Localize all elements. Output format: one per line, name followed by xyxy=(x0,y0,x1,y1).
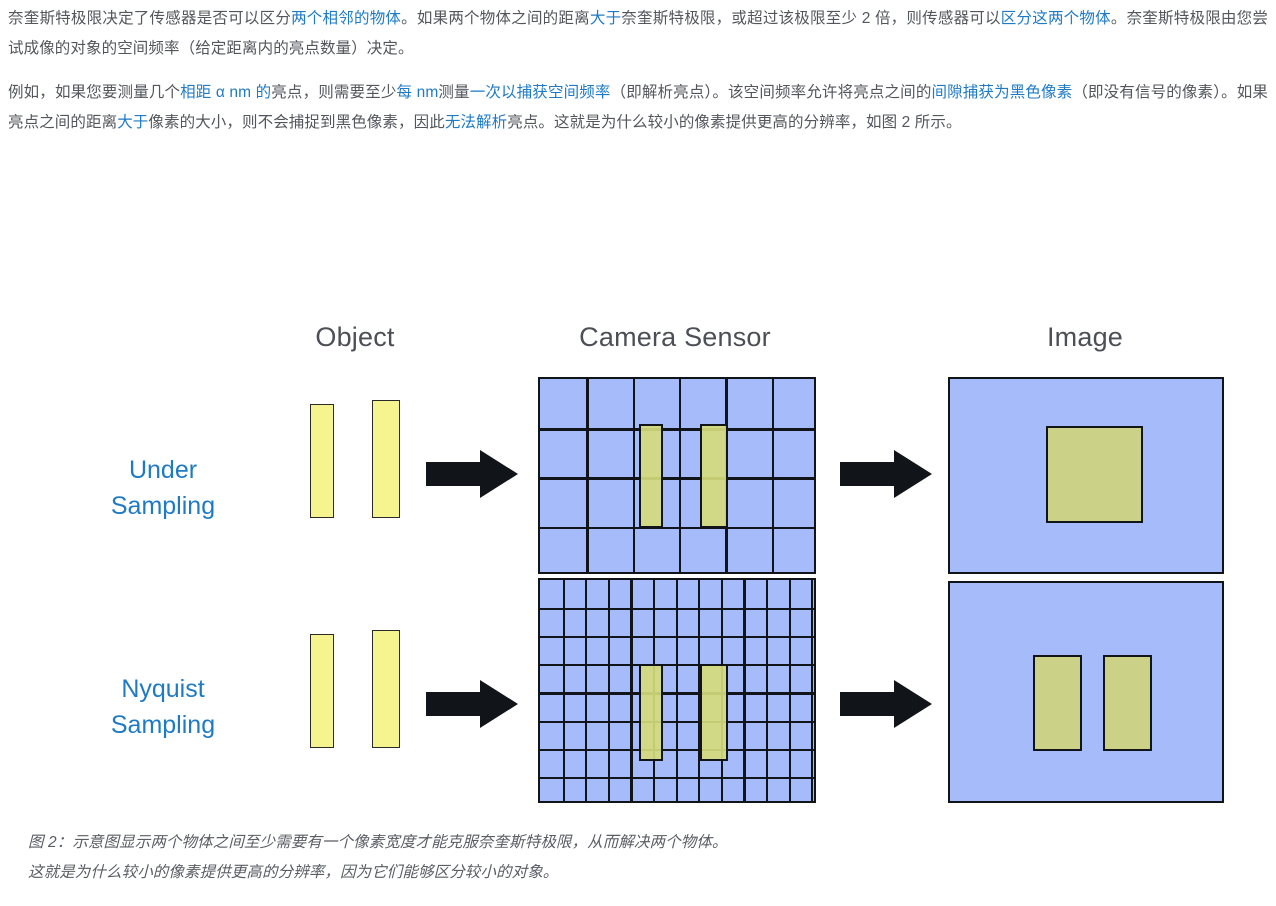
sensor-gridline-v xyxy=(607,580,610,801)
sensor-grid-under-sampling xyxy=(538,377,816,574)
inline-text: 亮点，则需要至少 xyxy=(271,84,397,101)
object-bar-right-under xyxy=(372,400,400,518)
object-bar-left-under xyxy=(310,404,334,518)
sensor-signal-bar-right-nyquist xyxy=(700,664,728,761)
sensor-gridline-h xyxy=(540,428,814,431)
sensor-gridline-h xyxy=(540,776,814,779)
paragraph-1: 奈奎斯特极限决定了传感器是否可以区分两个相邻的物体。如果两个物体之间的距离大于奈… xyxy=(8,4,1268,64)
sensor-gridline-v xyxy=(743,580,746,801)
arrow-sensor-to-image-nyquist xyxy=(840,680,932,728)
inline-link[interactable]: 大于 xyxy=(590,10,621,27)
sensor-signal-bar-left-nyquist xyxy=(639,664,663,761)
sensor-gridline-v xyxy=(630,580,633,801)
inline-link[interactable]: 间隙捕获为黑色像素 xyxy=(931,84,1072,101)
sensor-gridline-h xyxy=(540,477,814,480)
sensor-signal-bar-right-under xyxy=(700,424,728,528)
sensor-gridline-h xyxy=(540,608,814,611)
column-heading-object: Object xyxy=(315,322,395,352)
object-bar-right-nyquist xyxy=(372,630,400,748)
inline-link[interactable]: 无法解析 xyxy=(445,114,507,131)
paragraph-2: 例如，如果您要测量几个相距 α nm 的亮点，则需要至少每 nm测量一次以捕获空… xyxy=(8,78,1268,138)
inline-text: 测量 xyxy=(438,84,470,101)
image-panel-nyquist-sampling xyxy=(948,581,1224,803)
inline-link[interactable]: 每 nm xyxy=(397,84,439,101)
sensor-gridline-h xyxy=(540,664,814,667)
sensor-gridline-v xyxy=(585,580,588,801)
column-heading-camera-sensor: Camera Sensor xyxy=(579,322,771,352)
inline-text: （即解析亮点）。该空间频率允许将亮点之间的 xyxy=(610,84,932,101)
figure-caption: 图 2：示意图显示两个物体之间至少需要有一个像素宽度才能克服奈奎斯特极限，从而解… xyxy=(28,828,1228,888)
figure-caption-line-1: 图 2：示意图显示两个物体之间至少需要有一个像素宽度才能克服奈奎斯特极限，从而解… xyxy=(28,834,728,851)
article-body: 奈奎斯特极限决定了传感器是否可以区分两个相邻的物体。如果两个物体之间的距离大于奈… xyxy=(8,4,1268,152)
sensor-grid-nyquist-sampling xyxy=(538,578,816,803)
sensor-gridline-h xyxy=(540,692,814,695)
inline-link[interactable]: 大于 xyxy=(117,114,148,131)
figure-2-diagram: Object Camera Sensor Image Under Samplin… xyxy=(0,300,1276,820)
arrow-object-to-sensor-under xyxy=(426,450,518,498)
sensor-gridline-h xyxy=(540,720,814,723)
inline-text: 。如果两个物体之间的距离 xyxy=(401,10,590,27)
sensor-gridline-v xyxy=(632,379,635,572)
sensor-signal-bar-left-under xyxy=(639,424,663,528)
sensor-gridline-v xyxy=(675,580,678,801)
inline-text: 亮点。这就是为什么较小的像素提供更高的分辨率，如图 2 所示。 xyxy=(507,114,962,131)
inline-text: 奈奎斯特极限决定了传感器是否可以区分 xyxy=(8,10,292,27)
inline-text: 像素的大小，则不会捕捉到黑色像素，因此 xyxy=(148,114,445,131)
object-bar-left-nyquist xyxy=(310,634,334,748)
sensor-gridline-v xyxy=(788,580,791,801)
column-heading-image: Image xyxy=(1046,322,1124,352)
sensor-gridline-h xyxy=(540,748,814,751)
image-blob-merged-under xyxy=(1046,426,1143,523)
inline-text: 奈奎斯特极限，或超过该极限至少 2 倍，则传感器可以 xyxy=(621,10,1001,27)
row-label-under-sampling: Under Sampling xyxy=(48,452,278,524)
arrow-sensor-to-image-under xyxy=(840,450,932,498)
image-blob-left-nyquist xyxy=(1033,655,1082,751)
row-label-nyquist-sampling-line2: Sampling xyxy=(110,711,216,739)
sensor-gridline-v xyxy=(766,580,769,801)
row-label-under-sampling-line1: Under xyxy=(128,456,198,484)
row-label-nyquist-sampling-line1: Nyquist xyxy=(121,675,205,703)
image-blob-right-nyquist xyxy=(1103,655,1152,751)
inline-link[interactable]: 两个相邻的物体 xyxy=(291,10,401,27)
figure-caption-line-2: 这就是为什么较小的像素提供更高的分辨率，因为它们能够区分较小的对象。 xyxy=(28,864,559,881)
sensor-gridline-v xyxy=(811,580,814,801)
row-label-nyquist-sampling: Nyquist Sampling xyxy=(48,671,278,743)
inline-link[interactable]: 一次以捕获空间频率 xyxy=(470,84,611,101)
inline-text: 例如，如果您要测量几个 xyxy=(8,84,181,101)
sensor-gridline-v xyxy=(678,379,682,572)
sensor-gridline-v xyxy=(562,580,565,801)
inline-link[interactable]: 区分这两个物体 xyxy=(1001,10,1111,27)
sensor-gridline-h xyxy=(540,526,814,529)
row-label-under-sampling-line2: Sampling xyxy=(110,492,216,520)
sensor-gridline-v xyxy=(771,379,774,572)
sensor-gridline-v xyxy=(586,379,589,572)
inline-link[interactable]: 相距 α nm 的 xyxy=(180,84,271,101)
arrow-object-to-sensor-nyquist xyxy=(426,680,518,728)
sensor-gridline-h xyxy=(540,636,814,639)
